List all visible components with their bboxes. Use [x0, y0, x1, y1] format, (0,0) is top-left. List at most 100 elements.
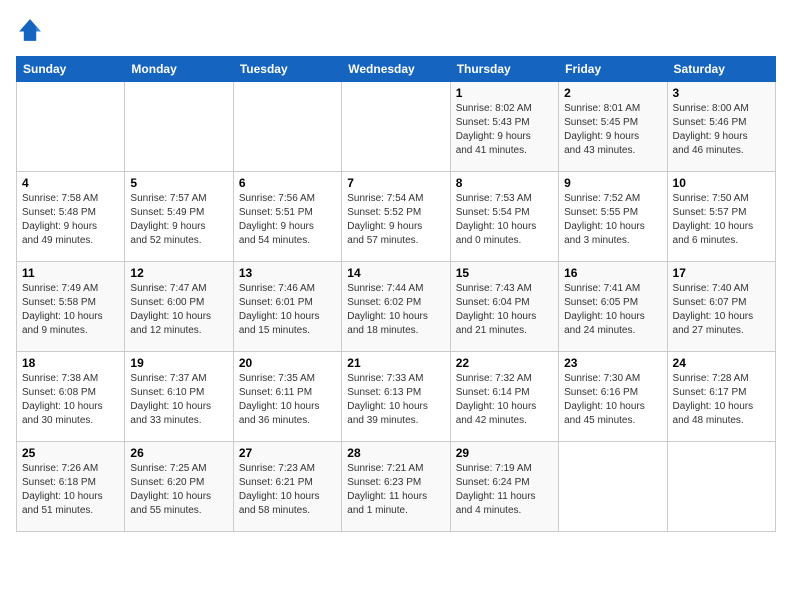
calendar-cell: 10 Sunrise: 7:50 AM Sunset: 5:57 PM Dayli… — [667, 172, 775, 262]
day-number: 28 — [347, 446, 444, 460]
day-number: 15 — [456, 266, 553, 280]
day-number: 21 — [347, 356, 444, 370]
day-number: 25 — [22, 446, 119, 460]
calendar-cell: 8 Sunrise: 7:53 AM Sunset: 5:54 PM Daylig… — [450, 172, 558, 262]
calendar-week-4: 18Sunrise: 7:38 AM Sunset: 6:08 PM Dayli… — [17, 352, 776, 442]
day-number: 1 — [456, 86, 553, 100]
days-header-row: SundayMondayTuesdayWednesdayThursdayFrid… — [17, 57, 776, 82]
day-info: Sunrise: 7:40 AM Sunset: 6:07 PM Dayligh… — [673, 282, 770, 338]
day-number: 17 — [673, 266, 770, 280]
calendar-cell — [233, 82, 341, 172]
day-number: 24 — [673, 356, 770, 370]
day-info: Sunrise: 7:26 AM Sunset: 6:18 PM Dayligh… — [22, 462, 119, 518]
day-number: 6 — [239, 176, 336, 190]
calendar-cell: 24 Sunrise: 7:28 AM Sunset: 6:17 PM Dayli… — [667, 352, 775, 442]
calendar-cell: 6 Sunrise: 7:56 AM Sunset: 5:51 PM Daylig… — [233, 172, 341, 262]
day-info: Sunrise: 7:49 AM Sunset: 5:58 PM Dayligh… — [22, 282, 119, 338]
calendar-cell: 21 Sunrise: 7:33 AM Sunset: 6:13 PM Dayli… — [342, 352, 450, 442]
day-info: Sunrise: 7:57 AM Sunset: 5:49 PM Dayligh… — [130, 192, 227, 248]
day-info: Sunrise: 7:52 AM Sunset: 5:55 PM Dayligh… — [564, 192, 661, 248]
calendar-cell: 1 Sunrise: 8:02 AM Sunset: 5:43 PM Daylig… — [450, 82, 558, 172]
day-info: Sunrise: 7:50 AM Sunset: 5:57 PM Dayligh… — [673, 192, 770, 248]
day-info: Sunrise: 7:21 AM Sunset: 6:23 PM Dayligh… — [347, 462, 444, 518]
day-info: Sunrise: 7:25 AM Sunset: 6:20 PM Dayligh… — [130, 462, 227, 518]
day-info: Sunrise: 7:58 AM Sunset: 5:48 PM Dayligh… — [22, 192, 119, 248]
day-info: Sunrise: 7:32 AM Sunset: 6:14 PM Dayligh… — [456, 372, 553, 428]
calendar-cell: 17 Sunrise: 7:40 AM Sunset: 6:07 PM Dayli… — [667, 262, 775, 352]
calendar-cell — [342, 82, 450, 172]
day-number: 13 — [239, 266, 336, 280]
day-info: Sunrise: 7:41 AM Sunset: 6:05 PM Dayligh… — [564, 282, 661, 338]
calendar-cell: 11 Sunrise: 7:49 AM Sunset: 5:58 PM Dayli… — [17, 262, 125, 352]
day-info: Sunrise: 7:33 AM Sunset: 6:13 PM Dayligh… — [347, 372, 444, 428]
calendar-week-2: 4 Sunrise: 7:58 AM Sunset: 5:48 PM Daylig… — [17, 172, 776, 262]
day-header-thursday: Thursday — [450, 57, 558, 82]
day-info: Sunrise: 7:56 AM Sunset: 5:51 PM Dayligh… — [239, 192, 336, 248]
calendar-cell: 23 Sunrise: 7:30 AM Sunset: 6:16 PM Dayli… — [559, 352, 667, 442]
day-number: 10 — [673, 176, 770, 190]
day-number: 4 — [22, 176, 119, 190]
calendar-cell: 3 Sunrise: 8:00 AM Sunset: 5:46 PM Daylig… — [667, 82, 775, 172]
calendar-cell: 4 Sunrise: 7:58 AM Sunset: 5:48 PM Daylig… — [17, 172, 125, 262]
header — [16, 16, 776, 44]
day-number: 19 — [130, 356, 227, 370]
day-number: 11 — [22, 266, 119, 280]
day-info: Sunrise: 7:53 AM Sunset: 5:54 PM Dayligh… — [456, 192, 553, 248]
day-header-saturday: Saturday — [667, 57, 775, 82]
day-info: Sunrise: 8:01 AM Sunset: 5:45 PM Dayligh… — [564, 102, 661, 158]
calendar-cell: 16 Sunrise: 7:41 AM Sunset: 6:05 PM Dayli… — [559, 262, 667, 352]
day-info: Sunrise: 8:02 AM Sunset: 5:43 PM Dayligh… — [456, 102, 553, 158]
day-number: 7 — [347, 176, 444, 190]
calendar-cell: 18Sunrise: 7:38 AM Sunset: 6:08 PM Dayli… — [17, 352, 125, 442]
day-header-friday: Friday — [559, 57, 667, 82]
day-header-wednesday: Wednesday — [342, 57, 450, 82]
calendar-cell: 2 Sunrise: 8:01 AM Sunset: 5:45 PM Daylig… — [559, 82, 667, 172]
day-number: 8 — [456, 176, 553, 190]
calendar-cell: 19 Sunrise: 7:37 AM Sunset: 6:10 PM Dayli… — [125, 352, 233, 442]
day-number: 27 — [239, 446, 336, 460]
calendar-cell — [559, 442, 667, 532]
day-info: Sunrise: 7:28 AM Sunset: 6:17 PM Dayligh… — [673, 372, 770, 428]
calendar-cell — [667, 442, 775, 532]
day-number: 29 — [456, 446, 553, 460]
calendar-cell: 28 Sunrise: 7:21 AM Sunset: 6:23 PM Dayli… — [342, 442, 450, 532]
day-number: 5 — [130, 176, 227, 190]
calendar-cell: 27Sunrise: 7:23 AM Sunset: 6:21 PM Dayli… — [233, 442, 341, 532]
day-info: Sunrise: 8:00 AM Sunset: 5:46 PM Dayligh… — [673, 102, 770, 158]
day-info: Sunrise: 7:43 AM Sunset: 6:04 PM Dayligh… — [456, 282, 553, 338]
day-number: 26 — [130, 446, 227, 460]
day-header-tuesday: Tuesday — [233, 57, 341, 82]
day-info: Sunrise: 7:38 AM Sunset: 6:08 PM Dayligh… — [22, 372, 119, 428]
day-info: Sunrise: 7:47 AM Sunset: 6:00 PM Dayligh… — [130, 282, 227, 338]
day-info: Sunrise: 7:30 AM Sunset: 6:16 PM Dayligh… — [564, 372, 661, 428]
logo-icon — [16, 16, 44, 44]
calendar-cell: 26 Sunrise: 7:25 AM Sunset: 6:20 PM Dayli… — [125, 442, 233, 532]
day-number: 16 — [564, 266, 661, 280]
calendar-cell: 13 Sunrise: 7:46 AM Sunset: 6:01 PM Dayli… — [233, 262, 341, 352]
calendar-cell: 22 Sunrise: 7:32 AM Sunset: 6:14 PM Dayli… — [450, 352, 558, 442]
day-number: 14 — [347, 266, 444, 280]
calendar-cell: 20Sunrise: 7:35 AM Sunset: 6:11 PM Dayli… — [233, 352, 341, 442]
day-number: 23 — [564, 356, 661, 370]
calendar-cell: 29Sunrise: 7:19 AM Sunset: 6:24 PM Dayli… — [450, 442, 558, 532]
calendar-cell: 15 Sunrise: 7:43 AM Sunset: 6:04 PM Dayli… — [450, 262, 558, 352]
day-info: Sunrise: 7:44 AM Sunset: 6:02 PM Dayligh… — [347, 282, 444, 338]
day-info: Sunrise: 7:35 AM Sunset: 6:11 PM Dayligh… — [239, 372, 336, 428]
day-number: 12 — [130, 266, 227, 280]
day-number: 2 — [564, 86, 661, 100]
calendar-cell: 5 Sunrise: 7:57 AM Sunset: 5:49 PM Daylig… — [125, 172, 233, 262]
day-header-sunday: Sunday — [17, 57, 125, 82]
day-info: Sunrise: 7:37 AM Sunset: 6:10 PM Dayligh… — [130, 372, 227, 428]
day-number: 9 — [564, 176, 661, 190]
calendar-cell — [17, 82, 125, 172]
logo — [16, 16, 48, 44]
calendar-cell: 9 Sunrise: 7:52 AM Sunset: 5:55 PM Daylig… — [559, 172, 667, 262]
calendar-week-1: 1 Sunrise: 8:02 AM Sunset: 5:43 PM Daylig… — [17, 82, 776, 172]
day-info: Sunrise: 7:46 AM Sunset: 6:01 PM Dayligh… — [239, 282, 336, 338]
day-number: 22 — [456, 356, 553, 370]
calendar-table: SundayMondayTuesdayWednesdayThursdayFrid… — [16, 56, 776, 532]
day-number: 3 — [673, 86, 770, 100]
calendar-cell: 14 Sunrise: 7:44 AM Sunset: 6:02 PM Dayli… — [342, 262, 450, 352]
calendar-week-5: 25 Sunrise: 7:26 AM Sunset: 6:18 PM Dayli… — [17, 442, 776, 532]
day-info: Sunrise: 7:54 AM Sunset: 5:52 PM Dayligh… — [347, 192, 444, 248]
